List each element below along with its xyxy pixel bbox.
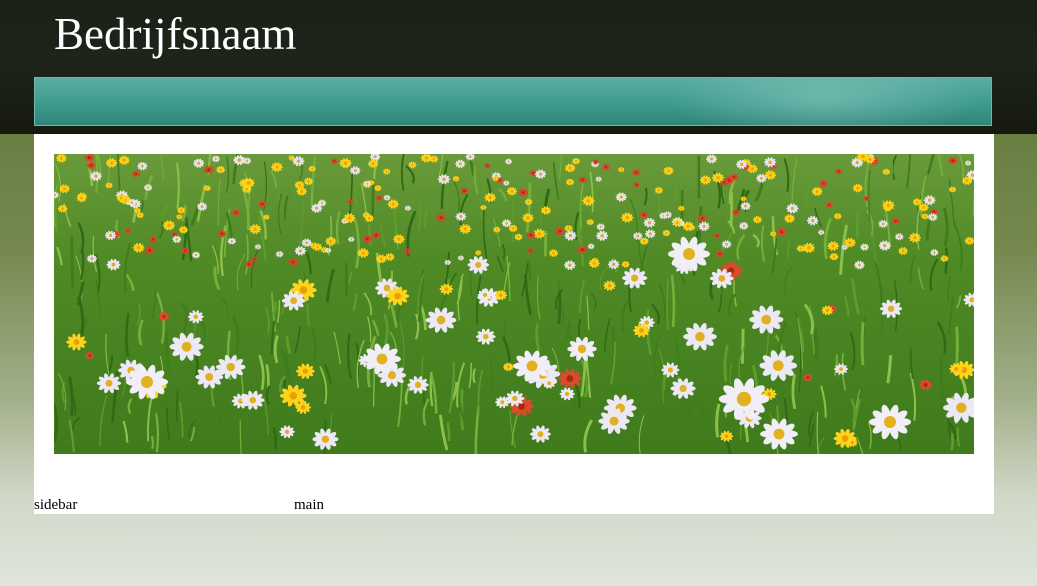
banner-image: [54, 154, 974, 454]
wildflower-meadow-image: [54, 154, 974, 454]
nav-bar: [34, 77, 992, 126]
main-region: main: [294, 497, 324, 513]
page-content: sidebar main: [34, 134, 994, 514]
site-header: Bedrijfsnaam: [0, 0, 1037, 134]
site-title[interactable]: Bedrijfsnaam: [54, 6, 296, 62]
sidebar-region: sidebar: [34, 497, 78, 513]
